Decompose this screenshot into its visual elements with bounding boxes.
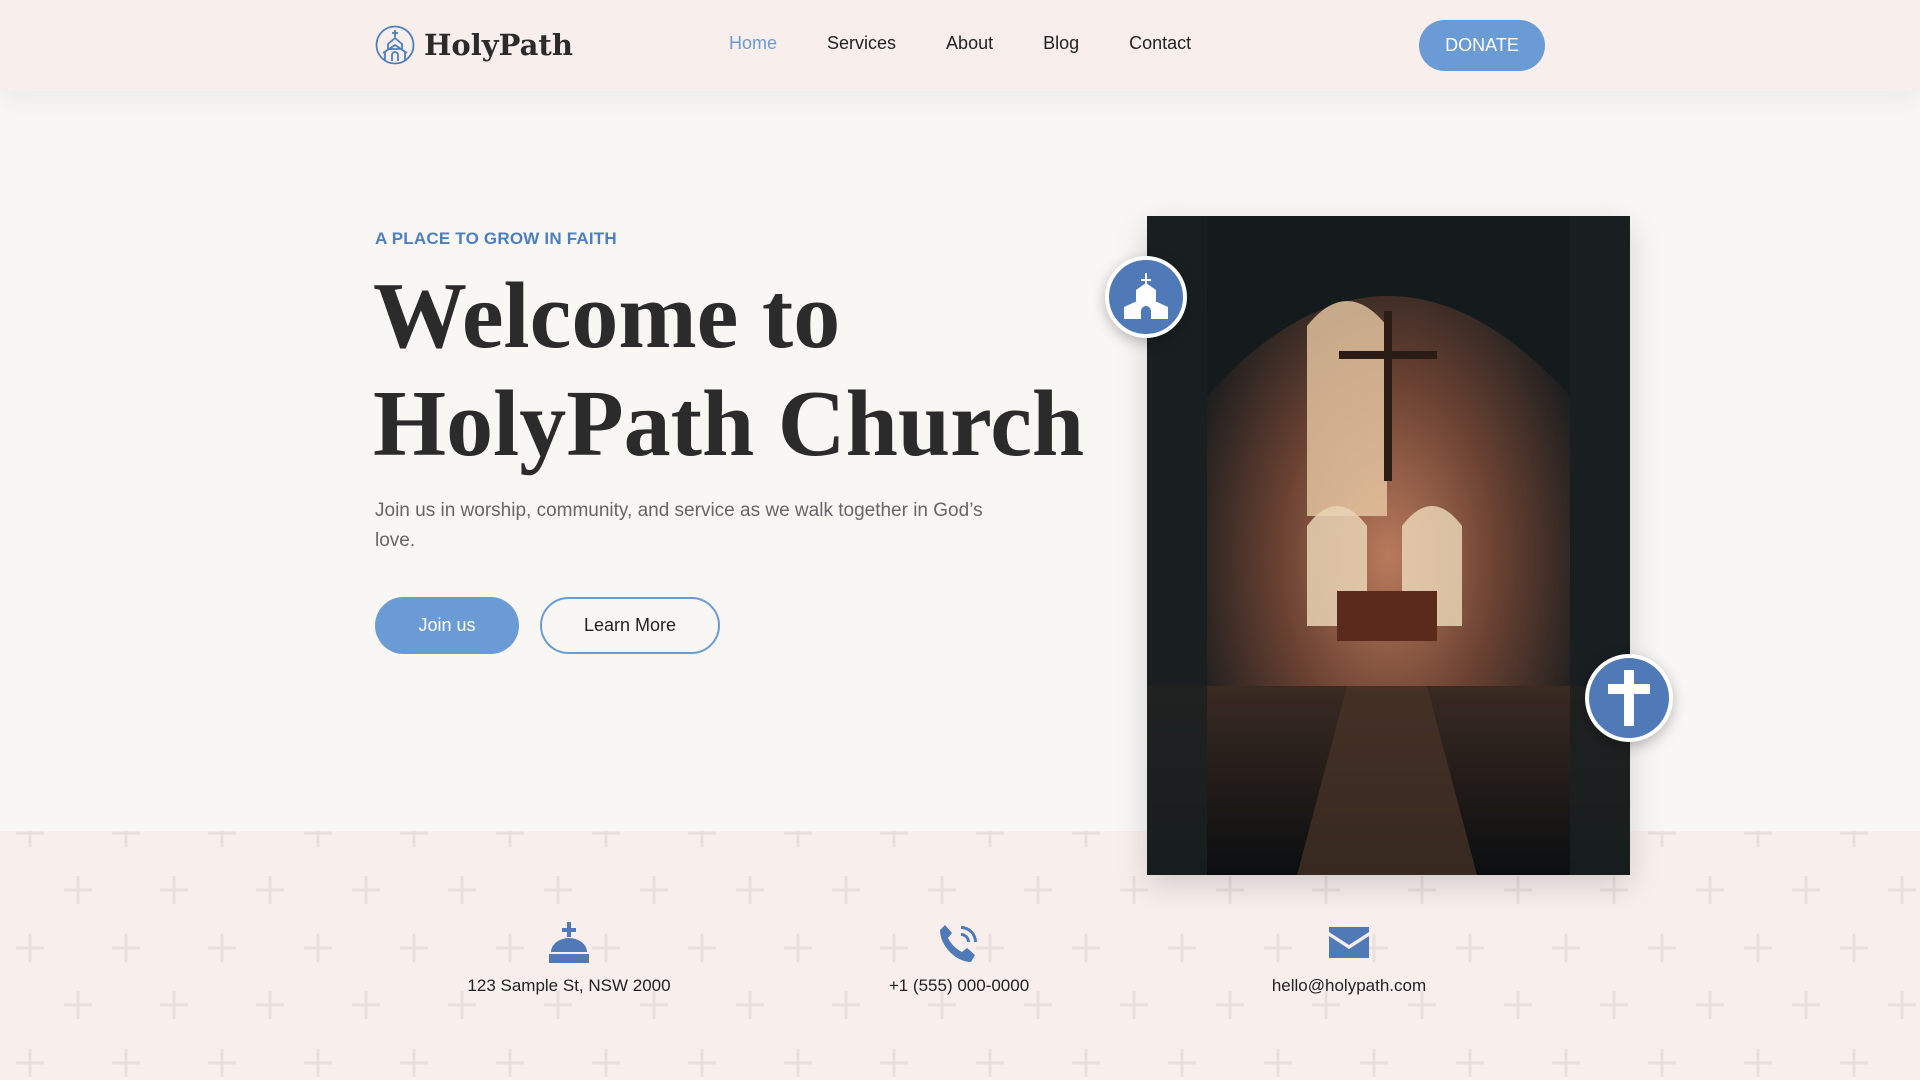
phone-text[interactable]: +1 (555) 000-0000: [889, 976, 1029, 995]
address-text: 123 Sample St, NSW 2000: [467, 976, 671, 995]
church-logo-icon: [375, 25, 415, 65]
brand-name: HolyPath: [424, 28, 573, 62]
hero-title-line1: Welcome to: [373, 264, 841, 368]
email-text[interactable]: hello@holypath.com: [1272, 976, 1426, 995]
hero-description: Join us in worship, community, and servi…: [375, 500, 983, 551]
hero-title-line2: HolyPath Church: [373, 372, 1085, 476]
join-us-button[interactable]: Join us: [375, 597, 519, 654]
church-interior-photo: [1147, 216, 1630, 875]
address-item: 123 Sample St, NSW 2000: [419, 922, 719, 996]
phone-icon: [940, 925, 977, 962]
phone-item[interactable]: +1 (555) 000-0000: [809, 922, 1109, 996]
church-location-icon: [549, 922, 589, 963]
email-item[interactable]: hello@holypath.com: [1199, 922, 1499, 996]
nav-home[interactable]: Home: [729, 33, 777, 54]
hero-tagline: A PLACE TO GROW IN FAITH: [375, 229, 617, 248]
nav-blog[interactable]: Blog: [1043, 33, 1079, 54]
donate-button[interactable]: DONATE: [1419, 20, 1545, 71]
learn-more-button[interactable]: Learn More: [540, 597, 720, 654]
logo[interactable]: HolyPath: [375, 25, 573, 65]
hero-title: Welcome to HolyPath Church: [373, 262, 1093, 478]
nav-contact[interactable]: Contact: [1129, 33, 1191, 54]
envelope-icon: [1329, 927, 1369, 958]
top-nav: HolyPath Home Services About Blog Contac…: [0, 0, 1920, 91]
nav-about[interactable]: About: [946, 33, 993, 54]
cross-badge-icon: [1585, 654, 1673, 742]
church-badge-icon: [1105, 256, 1187, 338]
nav-services[interactable]: Services: [827, 33, 896, 54]
